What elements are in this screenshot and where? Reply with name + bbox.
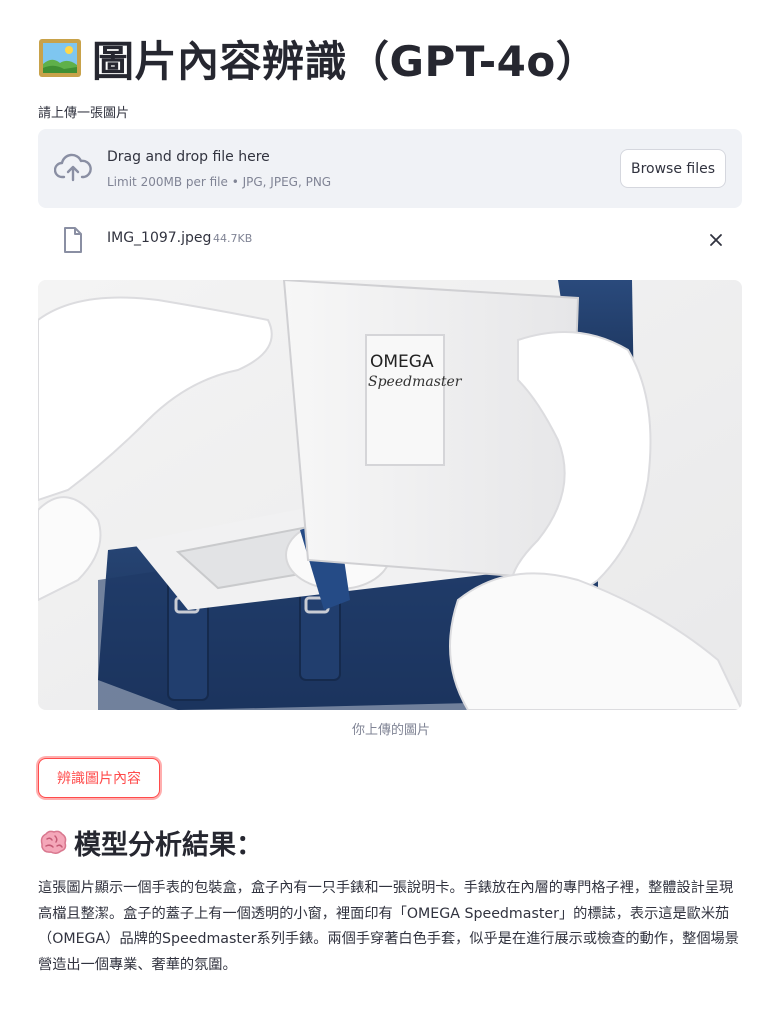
- dropzone-title: Drag and drop file here: [107, 149, 270, 165]
- dropzone-limits: Limit 200MB per file • JPG, JPEG, PNG: [107, 175, 332, 189]
- page-title-text: 圖片內容辨識（GPT-4o）: [92, 36, 599, 86]
- brain-icon: [40, 830, 67, 855]
- watch-box-photo: OMEGA Speedmaster: [38, 280, 742, 710]
- file-dropzone[interactable]: Drag and drop file here Limit 200MB per …: [38, 129, 742, 208]
- result-heading: 模型分析結果：: [38, 820, 263, 864]
- file-size: 44.7KB: [213, 232, 253, 245]
- file-name: IMG_1097.jpeg: [107, 230, 212, 246]
- page-title: 圖片內容辨識（GPT-4o）: [38, 30, 598, 86]
- result-title: 模型分析結果：: [74, 829, 263, 861]
- close-icon[interactable]: [708, 232, 724, 248]
- uploader-label: 請上傳一張圖片: [38, 106, 130, 121]
- file-icon: [64, 227, 82, 253]
- framed-picture-icon: [39, 39, 81, 77]
- cloud-upload-icon: [54, 153, 92, 182]
- image-caption: 你上傳的圖片: [351, 723, 430, 738]
- uploaded-image: OMEGA Speedmaster: [38, 280, 742, 710]
- analyze-image-button[interactable]: 辨識圖片內容: [38, 758, 160, 798]
- result-text: 這張圖片顯示一個手表的包裝盒，盒子內有一只手錶和一張說明卡。手錶放在內層的專門格…: [38, 880, 739, 973]
- uploaded-file-row: IMG_1097.jpeg 44.7KB: [38, 222, 742, 258]
- speedmaster-logo-text: Speedmaster: [368, 374, 463, 390]
- browse-files-button[interactable]: Browse files: [620, 149, 726, 188]
- omega-logo-text: OMEGA: [370, 352, 434, 372]
